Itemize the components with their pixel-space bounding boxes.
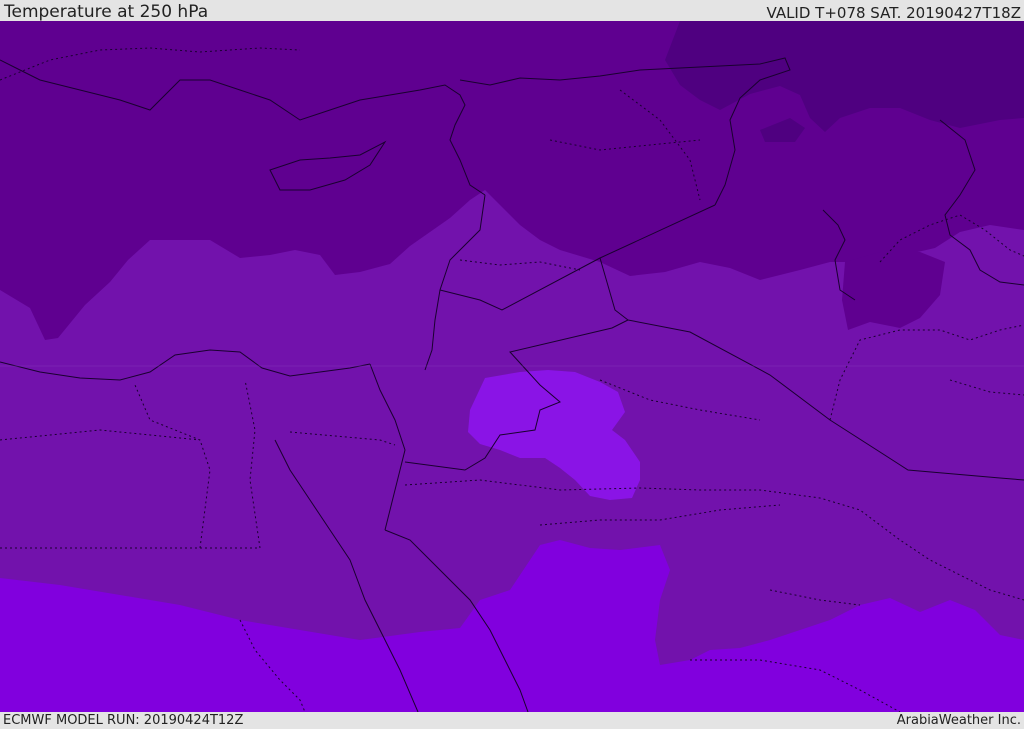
- model-run: ECMWF MODEL RUN: 20190424T12Z: [3, 713, 244, 728]
- valid-time: VALID T+078 SAT. 20190427T18Z: [766, 4, 1021, 22]
- footer-bar: ECMWF MODEL RUN: 20190424T12Z ArabiaWeat…: [0, 712, 1024, 729]
- credit: ArabiaWeather Inc.: [896, 713, 1021, 728]
- header-bar: Temperature at 250 hPa VALID T+078 SAT. …: [0, 0, 1024, 22]
- temperature-map: [0, 21, 1024, 712]
- map-canvas: [0, 21, 1024, 712]
- map-title: Temperature at 250 hPa: [4, 2, 209, 22]
